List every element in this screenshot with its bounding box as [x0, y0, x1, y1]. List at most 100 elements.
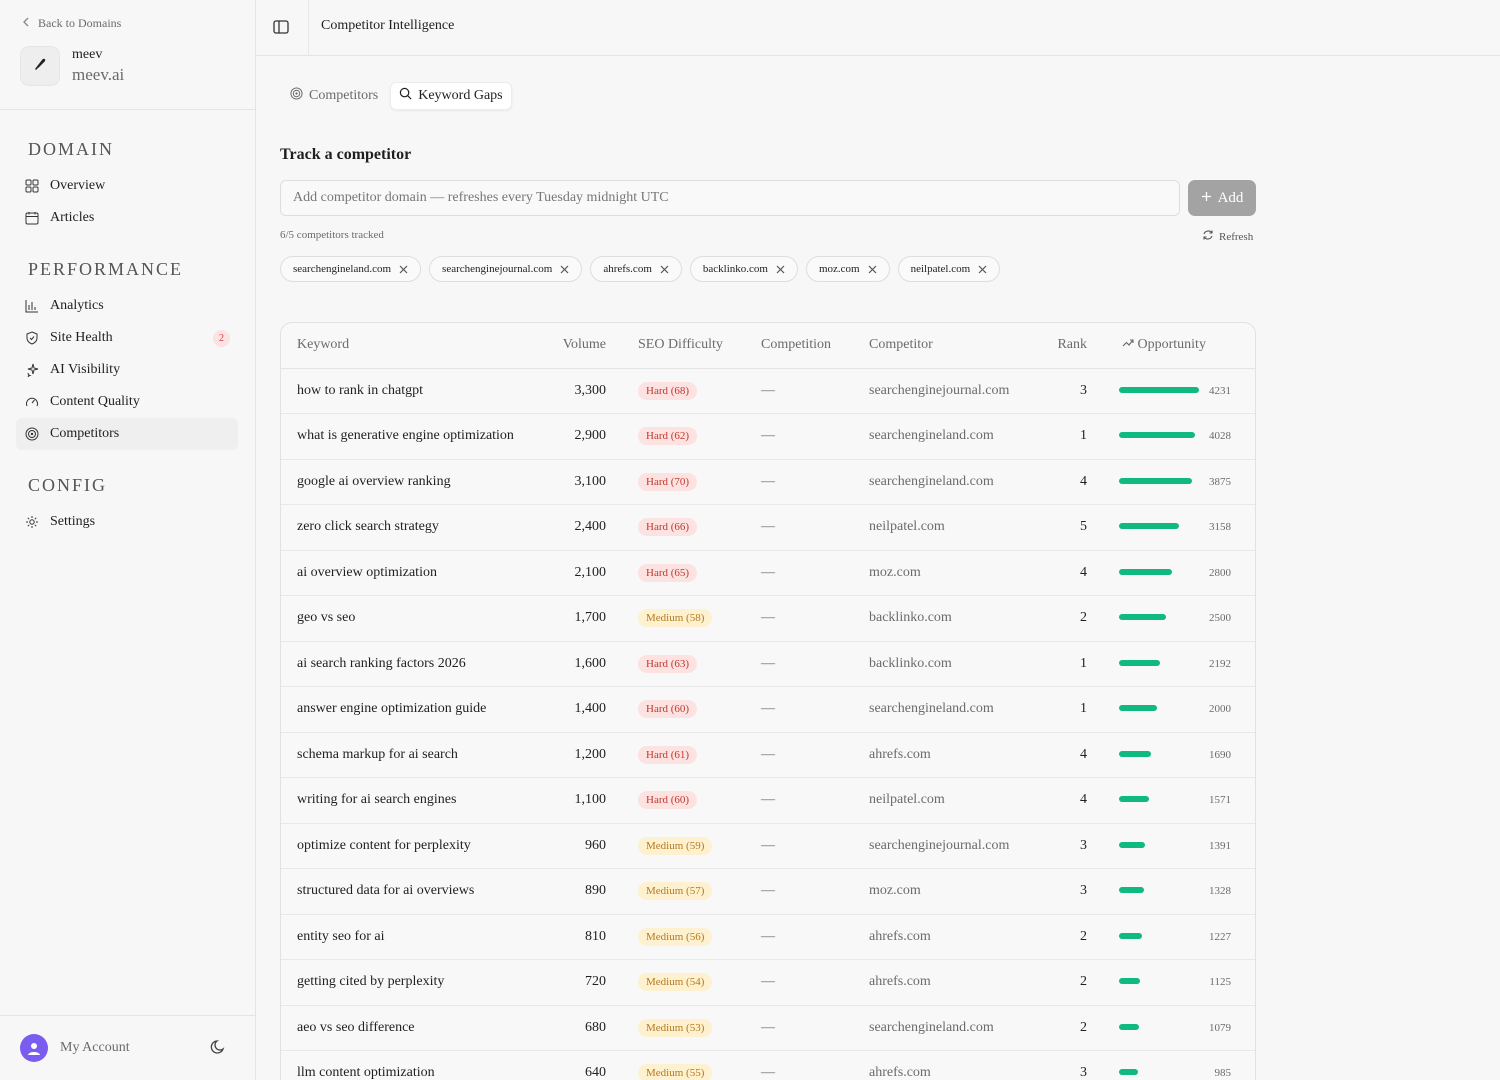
table-row[interactable]: zero click search strategy 2,400 Hard (66)… — [281, 504, 1255, 551]
opportunity-bar — [1119, 796, 1149, 803]
volume-cell: 2,900 — [551, 413, 606, 460]
volume-cell: 810 — [551, 914, 606, 960]
table-row[interactable]: entity seo for ai 810 Medium (56) — ahrefs.c… — [281, 914, 1255, 960]
seo-difficulty-cell: Hard (65) — [606, 550, 761, 596]
tab-competitors[interactable]: Competitors — [282, 82, 386, 110]
competitor-chip: backlinko.com — [689, 256, 798, 282]
table-row[interactable]: ai overview optimization 2,100 Hard (65) — m… — [281, 550, 1255, 596]
table-row[interactable]: how to rank in chatgpt 3,300 Hard (68) — sea… — [281, 368, 1255, 414]
competition-cell: — — [761, 914, 869, 960]
close-icon[interactable] — [868, 265, 877, 274]
column-header-rank[interactable]: Rank — [1049, 323, 1087, 369]
competitor-cell: searchengineland.com — [869, 1005, 1049, 1051]
back-to-domains-link[interactable]: Back to Domains — [22, 16, 121, 31]
competitor-chip: searchenginejournal.com — [429, 256, 583, 282]
add-competitor-button[interactable]: Add — [1188, 180, 1256, 216]
close-icon[interactable] — [776, 265, 785, 274]
opportunity-bar — [1119, 386, 1199, 393]
seo-difficulty-cell: Hard (70) — [606, 459, 761, 505]
competitor-domain-input[interactable] — [280, 180, 1180, 216]
table-row[interactable]: structured data for ai overviews 890 Mediu… — [281, 868, 1255, 915]
divider — [0, 1015, 256, 1016]
opportunity-bar-track — [1119, 659, 1205, 668]
sidebar-item-settings[interactable]: Settings — [16, 506, 238, 538]
sidebar-item-site-health[interactable]: Site Health 2 — [16, 322, 238, 354]
competitor-cell: ahrefs.com — [869, 1050, 1049, 1080]
opportunity-bar — [1119, 887, 1144, 894]
column-header-volume[interactable]: Volume — [551, 323, 606, 369]
sidebar-item-articles[interactable]: Articles — [16, 202, 238, 234]
column-header-competitor[interactable]: Competitor — [869, 323, 1049, 369]
close-icon[interactable] — [399, 265, 408, 274]
table-row[interactable]: answer engine optimization guide 1,400 Har… — [281, 686, 1255, 733]
seo-difficulty-cell: Hard (68) — [606, 368, 761, 414]
close-icon[interactable] — [660, 265, 669, 274]
opportunity-value: 3158 — [1209, 521, 1231, 534]
opportunity-bar — [1119, 841, 1145, 848]
rank-cell: 3 — [1049, 1050, 1087, 1080]
seo-difficulty-cell: Hard (61) — [606, 732, 761, 778]
opportunity-bar-track — [1119, 887, 1205, 895]
sidebar-item-overview[interactable]: Overview — [16, 170, 238, 202]
rank-cell: 4 — [1049, 550, 1087, 596]
target-icon — [290, 87, 303, 105]
chevron-left-icon — [22, 16, 30, 31]
opportunity-bar-track — [1119, 386, 1205, 395]
account-label: My Account — [60, 1040, 130, 1055]
table-row[interactable]: writing for ai search engines 1,100 Hard (… — [281, 777, 1255, 824]
sidebar-item-ai-visibility[interactable]: AI Visibility — [16, 354, 238, 386]
table-row[interactable]: geo vs seo 1,700 Medium (58) — backlinko.com… — [281, 595, 1255, 642]
opportunity-bar-track — [1119, 705, 1205, 713]
site-health-badge: 2 — [213, 330, 230, 347]
table-row[interactable]: aeo vs seo difference 680 Medium (53) — sear… — [281, 1005, 1255, 1051]
my-account-button[interactable]: My Account — [20, 1034, 130, 1062]
sidebar-item-content-quality[interactable]: Content Quality — [16, 386, 238, 418]
opportunity-cell: 4028 — [1087, 413, 1255, 460]
chip-label: moz.com — [818, 263, 860, 275]
table-row[interactable]: what is generative engine optimization 2,… — [281, 413, 1255, 460]
competitor-cell: ahrefs.com — [869, 959, 1049, 1006]
keyword-cell: entity seo for ai — [281, 914, 551, 960]
difficulty-badge: Medium (57) — [638, 882, 713, 901]
moon-icon[interactable] — [210, 1039, 226, 1060]
volume-cell: 1,200 — [551, 732, 606, 778]
close-icon[interactable] — [978, 265, 987, 274]
opportunity-header-label: Opportunity — [1137, 337, 1206, 353]
column-header-seo-difficulty[interactable]: SEO Difficulty — [606, 323, 761, 369]
rank-cell: 3 — [1049, 868, 1087, 915]
column-header-keyword[interactable]: Keyword — [281, 323, 551, 369]
table-row[interactable]: llm content optimization 640 Medium (55) — a… — [281, 1050, 1255, 1080]
tab-keyword-gaps[interactable]: Keyword Gaps — [390, 82, 512, 110]
column-header-competition[interactable]: Competition — [761, 323, 869, 369]
opportunity-bar-track — [1119, 750, 1205, 759]
table-row[interactable]: optimize content for perplexity 960 Medium… — [281, 823, 1255, 869]
sidebar: Back to Domains meev meev.ai DOMAIN Over… — [0, 0, 256, 1080]
competition-cell: — — [761, 368, 869, 414]
difficulty-badge: Hard (68) — [638, 381, 698, 400]
opportunity-bar — [1119, 705, 1157, 712]
column-header-opportunity[interactable]: Opportunity — [1087, 323, 1255, 369]
volume-cell: 680 — [551, 1005, 606, 1051]
sidebar-item-analytics[interactable]: Analytics — [16, 290, 238, 322]
avatar — [20, 1034, 48, 1062]
table-row[interactable]: getting cited by perplexity 720 Medium (54… — [281, 959, 1255, 1006]
refresh-button[interactable]: Refresh — [1202, 229, 1253, 244]
sidebar-item-label: Settings — [50, 514, 96, 529]
table-row[interactable]: ai search ranking factors 2026 1,600 Hard … — [281, 641, 1255, 687]
chip-label: searchenginejournal.com — [442, 263, 553, 275]
keyword-cell: ai overview optimization — [281, 550, 551, 596]
table-row[interactable]: google ai overview ranking 3,100 Hard (70)… — [281, 459, 1255, 505]
opportunity-value: 1227 — [1209, 930, 1231, 943]
opportunity-value: 1571 — [1209, 794, 1231, 807]
sidebar-item-competitors[interactable]: Competitors — [16, 418, 238, 450]
seo-difficulty-cell: Hard (60) — [606, 777, 761, 824]
difficulty-badge: Medium (58) — [638, 609, 713, 628]
panel-icon[interactable] — [272, 18, 290, 41]
sidebar-item-label: Competitors — [50, 426, 120, 441]
competition-cell: — — [761, 641, 869, 687]
table-row[interactable]: schema markup for ai search 1,200 Hard (61… — [281, 732, 1255, 778]
competition-cell: — — [761, 413, 869, 460]
competitor-chip: neilpatel.com — [897, 256, 1001, 282]
opportunity-bar-track — [1119, 932, 1205, 941]
close-icon[interactable] — [560, 265, 569, 274]
